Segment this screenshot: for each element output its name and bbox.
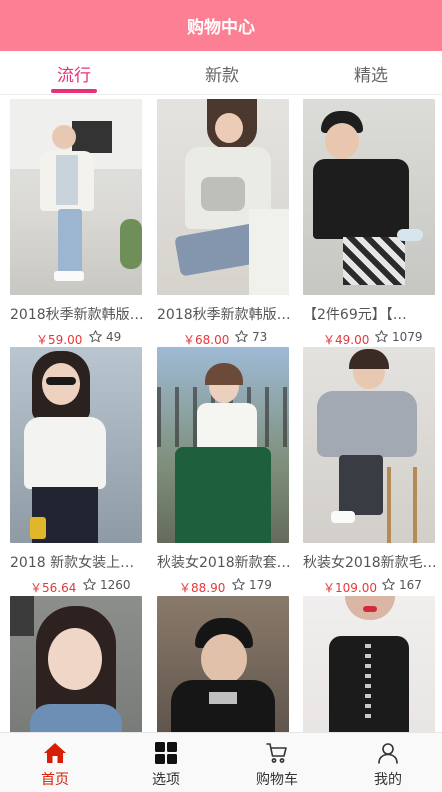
product-name[interactable]: 2018 新款女装上衣短袖T恤 [10, 552, 145, 572]
tab-new[interactable]: 新款 [172, 51, 272, 95]
product-name[interactable]: 2018秋季新款韩版卫衣女宽松 [157, 304, 292, 324]
star-icon [232, 578, 245, 591]
tabbar-item-cart[interactable]: 购物车 [222, 733, 332, 792]
product-image[interactable] [10, 99, 142, 295]
star-icon [382, 578, 395, 591]
star-icon [235, 330, 248, 343]
tabbar-item-mine[interactable]: 我的 [333, 733, 442, 792]
product-price: ￥88.90 [179, 581, 226, 595]
product-grid: 2018秋季新款韩版宽松针织开衫 ￥59.00 49 2018秋季新款韩版卫衣女… [0, 95, 442, 732]
favorite-count[interactable]: 1079 [374, 329, 423, 344]
star-icon [83, 578, 96, 591]
tabbar-item-home[interactable]: 首页 [0, 733, 110, 792]
product-name[interactable]: 【2件69元】【… [303, 304, 438, 324]
product-name[interactable]: 2018秋季新款韩版宽松针织开衫 [10, 304, 145, 324]
favorite-number: 73 [252, 329, 268, 344]
favorite-count[interactable]: 49 [88, 329, 121, 344]
product-name[interactable]: 秋装女2018新款毛衣套装 [303, 552, 438, 572]
product-price: ￥56.64 [30, 581, 77, 595]
product-image[interactable] [303, 347, 435, 543]
active-tab-indicator [51, 89, 97, 93]
product-price: ￥109.00 [323, 581, 377, 595]
product-image[interactable] [303, 99, 435, 295]
tabbar-label-options: 选项 [152, 772, 180, 788]
category-tabs: 流行 新款 精选 [0, 51, 442, 95]
favorite-count[interactable]: 167 [381, 577, 422, 592]
star-icon [89, 330, 102, 343]
star-icon [375, 330, 388, 343]
favorite-number: 179 [249, 577, 272, 592]
product-price: ￥59.00 [36, 333, 83, 347]
favorite-number: 1079 [392, 329, 423, 344]
user-icon [376, 741, 400, 765]
favorite-number: 167 [399, 577, 422, 592]
product-image[interactable] [10, 347, 142, 543]
app-header: 购物中心 [0, 0, 442, 51]
favorite-number: 49 [106, 329, 122, 344]
favorite-number: 1260 [100, 577, 131, 592]
page-title: 购物中心 [187, 18, 255, 38]
cart-icon [265, 741, 289, 765]
tabbar-item-options[interactable]: 选项 [111, 733, 221, 792]
product-image[interactable] [10, 596, 142, 732]
tab-featured[interactable]: 精选 [321, 51, 421, 95]
product-name[interactable]: 秋装女2018新款套装连衣裙 [157, 552, 292, 572]
favorite-count[interactable]: 179 [231, 577, 272, 592]
product-image[interactable] [157, 596, 289, 732]
product-image[interactable] [157, 99, 289, 295]
tabbar-label-home: 首页 [41, 772, 69, 788]
product-image[interactable] [303, 596, 435, 732]
home-icon [43, 741, 67, 765]
favorite-count[interactable]: 73 [234, 329, 267, 344]
bottom-tab-bar: 首页 选项 购物车 我的 [0, 732, 442, 792]
product-price: ￥68.00 [183, 333, 230, 347]
product-image[interactable] [157, 347, 289, 543]
product-price: ￥49.00 [323, 333, 370, 347]
grid-icon [154, 741, 178, 765]
tabbar-label-cart: 购物车 [256, 772, 298, 788]
tabbar-label-mine: 我的 [374, 772, 402, 788]
favorite-count[interactable]: 1260 [82, 577, 131, 592]
